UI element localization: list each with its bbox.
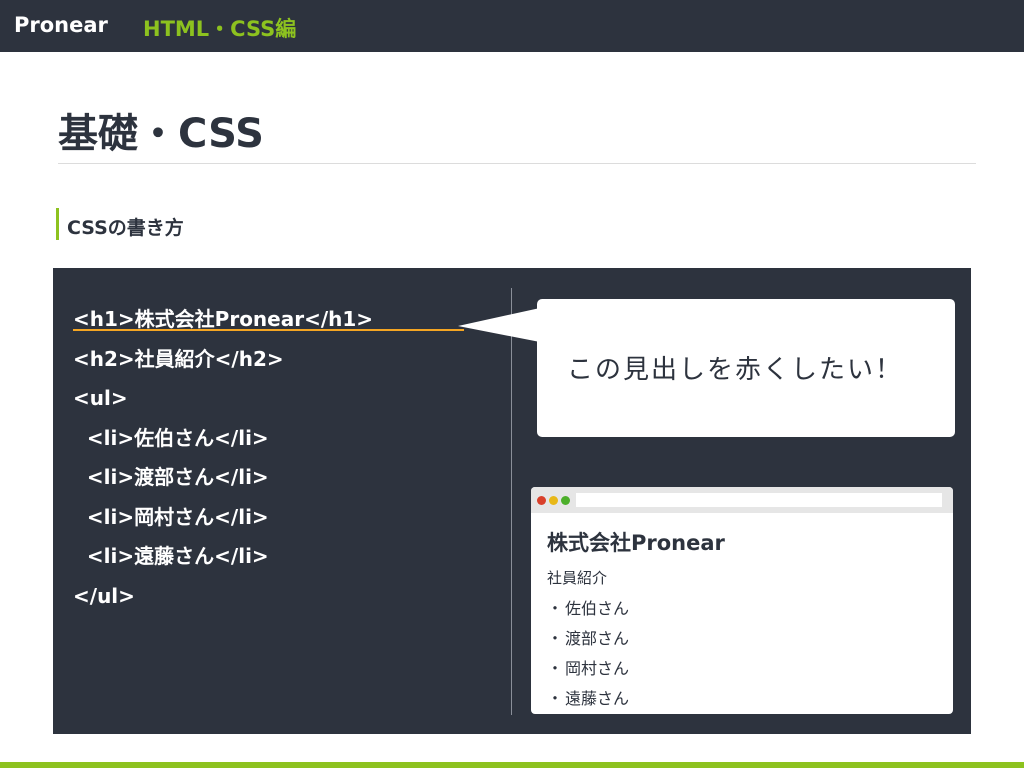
address-bar bbox=[576, 493, 942, 507]
example-panel: <h1>株式会社Pronear</h1> <h2>社員紹介</h2> <ul> … bbox=[53, 268, 971, 734]
code-line: </ul> bbox=[73, 583, 135, 608]
minimize-dot-icon bbox=[549, 496, 558, 505]
code-block: <h1>株式会社Pronear</h1> <h2>社員紹介</h2> <ul> … bbox=[73, 300, 373, 616]
code-line: <li>遠藤さん</li> bbox=[73, 544, 269, 568]
bullet: ・ bbox=[547, 629, 564, 648]
code-line: <h1>株式会社Pronear</h1> bbox=[73, 307, 374, 331]
preview-list: ・佐伯さん ・渡部さん ・岡村さん ・遠藤さん bbox=[547, 594, 629, 714]
browser-preview: 株式会社Pronear 社員紹介 ・佐伯さん ・渡部さん ・岡村さん ・遠藤さん bbox=[531, 487, 953, 714]
code-line: <li>佐伯さん</li> bbox=[73, 425, 269, 450]
browser-toolbar bbox=[531, 487, 953, 513]
list-item-label: 渡部さん bbox=[565, 629, 630, 648]
code-line: <h2>社員紹介</h2> bbox=[73, 346, 284, 371]
code-line: <ul> bbox=[73, 386, 128, 410]
maximize-dot-icon bbox=[561, 496, 570, 505]
brand-name: Pronear bbox=[14, 13, 108, 37]
close-dot-icon bbox=[537, 496, 546, 505]
preview-heading-2: 社員紹介 bbox=[547, 569, 608, 587]
preview-heading-1: 株式会社Pronear bbox=[547, 531, 725, 555]
list-item: ・佐伯さん bbox=[547, 594, 629, 624]
section-title: HTML・CSS編 bbox=[143, 17, 297, 41]
code-line: <li>岡村さん</li> bbox=[73, 504, 269, 529]
page-title: 基礎・CSS bbox=[58, 111, 264, 157]
subheading-accent-bar bbox=[56, 208, 59, 240]
list-item-label: 遠藤さん bbox=[565, 689, 630, 708]
callout-bubble: この見出しを赤くしたい！ bbox=[537, 299, 955, 437]
code-line: <li>渡部さん</li> bbox=[73, 465, 269, 489]
list-item-label: 佐伯さん bbox=[565, 599, 630, 618]
bullet: ・ bbox=[547, 599, 564, 618]
callout-pointer bbox=[458, 308, 540, 342]
list-item-label: 岡村さん bbox=[565, 659, 630, 678]
title-divider bbox=[58, 163, 976, 164]
footer-accent-line bbox=[0, 762, 1024, 768]
list-item: ・遠藤さん bbox=[547, 684, 629, 714]
bullet: ・ bbox=[547, 659, 564, 678]
list-item: ・渡部さん bbox=[547, 624, 629, 654]
callout-text: この見出しを赤くしたい！ bbox=[567, 355, 904, 385]
list-item: ・岡村さん bbox=[547, 654, 629, 684]
subheading: CSSの書き方 bbox=[67, 217, 184, 239]
h1-highlight-underline bbox=[73, 329, 464, 331]
bullet: ・ bbox=[547, 689, 564, 708]
top-bar: Pronear HTML・CSS編 bbox=[0, 0, 1024, 52]
